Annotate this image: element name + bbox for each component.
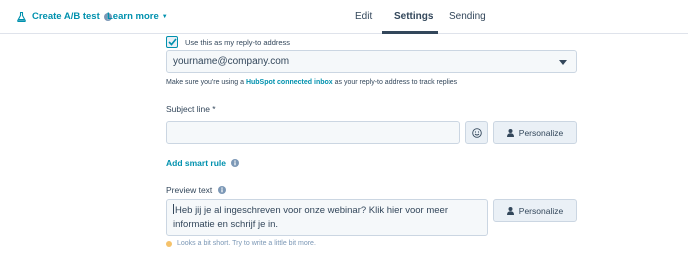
learn-more-label: Learn more [107,11,159,22]
text-cursor [173,204,174,214]
reply-to-help-text: Make sure you're using a HubSpot connect… [166,79,457,86]
emoji-picker-button[interactable] [465,121,488,144]
preview-personalize-button[interactable]: Personalize [493,199,577,222]
flask-icon [17,11,26,22]
reply-to-checkbox-row: Use this as my reply-to address [166,36,290,48]
subject-personalize-button[interactable]: Personalize [493,121,577,144]
preview-length-warning: Looks a bit short. Try to write a little… [166,240,316,247]
reply-to-checkbox-label: Use this as my reply-to address [185,37,291,47]
add-smart-rule-label: Add smart rule [166,158,226,168]
add-smart-rule-link[interactable]: Add smart rule [166,158,239,168]
subject-personalize-label: Personalize [518,127,564,138]
chevron-down-icon: ▼ [161,13,168,20]
info-icon[interactable] [231,159,239,167]
preview-text-label-row: Preview text [166,185,227,195]
reply-to-address-value: yourname@company.com [173,56,290,67]
info-icon[interactable] [218,186,227,194]
checkmark-icon [167,38,177,46]
tab-edit[interactable]: Edit [355,11,372,22]
create-ab-test-link[interactable]: Create A/B test [17,11,118,22]
warning-dot-icon [166,240,172,247]
tab-sending[interactable]: Sending [449,11,486,22]
hubspot-connected-inbox-link[interactable]: HubSpot connected inbox [246,79,333,86]
reply-to-checkbox[interactable] [166,36,178,48]
emoji-icon [471,127,482,138]
preview-length-warning-text: Looks a bit short. Try to write a little… [177,240,316,247]
preview-text-value: Heb jij je al ingeschreven voor onze web… [173,205,448,230]
preview-text-label: Preview text [166,185,213,195]
create-ab-test-label: Create A/B test [32,11,100,22]
chevron-down-icon [559,60,567,65]
tab-settings[interactable]: Settings [394,11,433,22]
subject-line-input[interactable] [166,121,460,144]
subject-line-label: Subject line * [166,104,216,114]
person-icon [506,206,514,215]
preview-personalize-label: Personalize [518,205,564,216]
active-tab-indicator [382,31,438,34]
help-text-prefix: Make sure you're using a [166,79,246,86]
preview-text-textarea[interactable]: Heb jij je al ingeschreven voor onze web… [166,199,488,236]
top-navigation-bar: Create A/B test Learn more ▼ Edit Settin… [0,0,688,34]
help-text-suffix: as your reply-to address to track replie… [332,79,458,86]
reply-to-address-select[interactable]: yourname@company.com [166,50,577,73]
learn-more-dropdown[interactable]: Learn more ▼ [107,11,168,22]
person-icon [506,128,514,137]
